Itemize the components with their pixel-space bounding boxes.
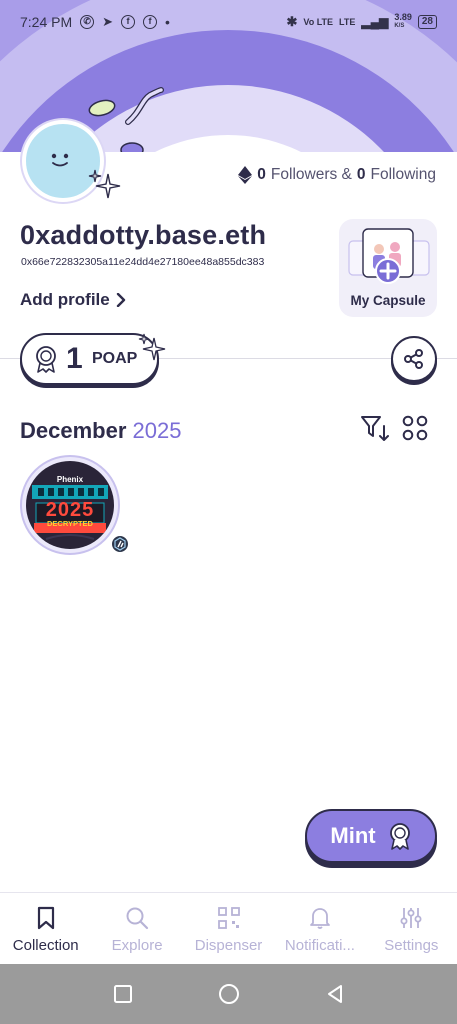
search-icon bbox=[126, 907, 149, 930]
wallet-address[interactable]: 0x66e722832305a11e24dd4e27180ee48a855dc3… bbox=[21, 256, 264, 268]
nav-item-notifications[interactable]: Notificati... bbox=[274, 893, 365, 964]
followers-label: Followers & bbox=[270, 166, 352, 183]
bluetooth-icon: ✱ bbox=[286, 14, 298, 29]
nav-item-collection[interactable]: Collection bbox=[0, 893, 91, 964]
share-icon bbox=[404, 349, 423, 369]
battery-icon: 28 bbox=[417, 15, 437, 29]
facebook-icon: f bbox=[121, 15, 136, 29]
add-profile-link[interactable]: Add profile bbox=[20, 290, 126, 310]
sparkle-icon-2 bbox=[138, 333, 166, 361]
nav-item-settings[interactable]: Settings bbox=[366, 893, 457, 964]
poap-count: 1 bbox=[66, 342, 83, 375]
my-capsule-button[interactable]: My Capsule bbox=[339, 219, 437, 317]
volte-label: Vo LTE bbox=[303, 17, 334, 27]
filter-sort-button[interactable] bbox=[360, 414, 390, 444]
home-icon[interactable] bbox=[217, 982, 241, 1006]
bookmark-icon bbox=[37, 906, 54, 930]
following-count: 0 bbox=[356, 166, 366, 183]
followers-following[interactable]: 0 Followers & 0 Following bbox=[238, 166, 436, 184]
bell-icon bbox=[310, 908, 330, 929]
bottom-navigation: Collection Explore Dispenser Notificati.… bbox=[0, 892, 457, 964]
badge-icon bbox=[36, 346, 56, 373]
nav-label-notifications: Notificati... bbox=[284, 937, 355, 954]
android-navigation-bar bbox=[0, 964, 457, 1024]
facebook-icon-2: f bbox=[143, 15, 158, 29]
nav-label-dispenser: Dispenser bbox=[194, 937, 263, 954]
grid-icon bbox=[402, 415, 428, 441]
following-label: Following bbox=[370, 166, 436, 183]
ethereum-icon bbox=[238, 166, 253, 184]
dot-icon: • bbox=[165, 14, 170, 30]
nav-label-collection: Collection bbox=[12, 937, 79, 954]
nav-item-explore[interactable]: Explore bbox=[91, 893, 182, 964]
nav-label-settings: Settings bbox=[384, 937, 439, 954]
sliders-icon bbox=[400, 908, 422, 928]
whatsapp-icon: ✆ bbox=[80, 15, 95, 29]
mint-label: Mint bbox=[330, 823, 376, 848]
telegram-icon: ➤ bbox=[102, 14, 114, 29]
my-capsule-label: My Capsule bbox=[350, 293, 426, 308]
status-time: 7:24 PM bbox=[20, 14, 73, 30]
month-label: December bbox=[20, 418, 127, 443]
network-speed: 3.89 K/S bbox=[394, 12, 412, 30]
add-profile-label: Add profile bbox=[20, 290, 110, 309]
signal-icon: ▂▄▆ bbox=[361, 15, 389, 29]
sparkle-icon bbox=[88, 169, 121, 199]
nav-label-explore: Explore bbox=[111, 937, 163, 954]
poap-token[interactable]: Phenix 2025 DECRYPTED bbox=[20, 455, 130, 555]
badge-icon-2 bbox=[389, 823, 410, 850]
token-caption: DECRYPTED bbox=[47, 519, 93, 528]
mint-button[interactable]: Mint bbox=[305, 809, 437, 863]
poap-token-artwork: Phenix 2025 DECRYPTED bbox=[26, 461, 114, 549]
qr-code-icon bbox=[217, 907, 240, 929]
followers-count: 0 bbox=[257, 166, 266, 183]
profile-name: 0xaddotty.base.eth bbox=[20, 220, 267, 250]
filter-icon bbox=[361, 416, 389, 441]
month-heading: December 2025 bbox=[20, 418, 181, 444]
nav-item-dispenser[interactable]: Dispenser bbox=[183, 893, 274, 964]
status-bar: 7:24 PM ✆ ➤ f f • ✱ Vo LTE LTE ▂▄▆ 3.89 … bbox=[0, 0, 457, 44]
chevron-right-icon bbox=[116, 293, 125, 307]
grid-view-button[interactable] bbox=[402, 415, 428, 441]
recent-apps-icon[interactable] bbox=[112, 983, 134, 1005]
back-icon[interactable] bbox=[324, 983, 346, 1005]
arbitrum-chain-icon bbox=[110, 534, 130, 554]
token-brand: Phenix bbox=[56, 475, 84, 484]
share-button[interactable] bbox=[391, 336, 437, 382]
capsule-illustration-icon bbox=[348, 228, 430, 284]
network-type: LTE bbox=[339, 17, 356, 27]
poap-label: POAP bbox=[92, 350, 138, 367]
year-label: 2025 bbox=[132, 418, 182, 443]
